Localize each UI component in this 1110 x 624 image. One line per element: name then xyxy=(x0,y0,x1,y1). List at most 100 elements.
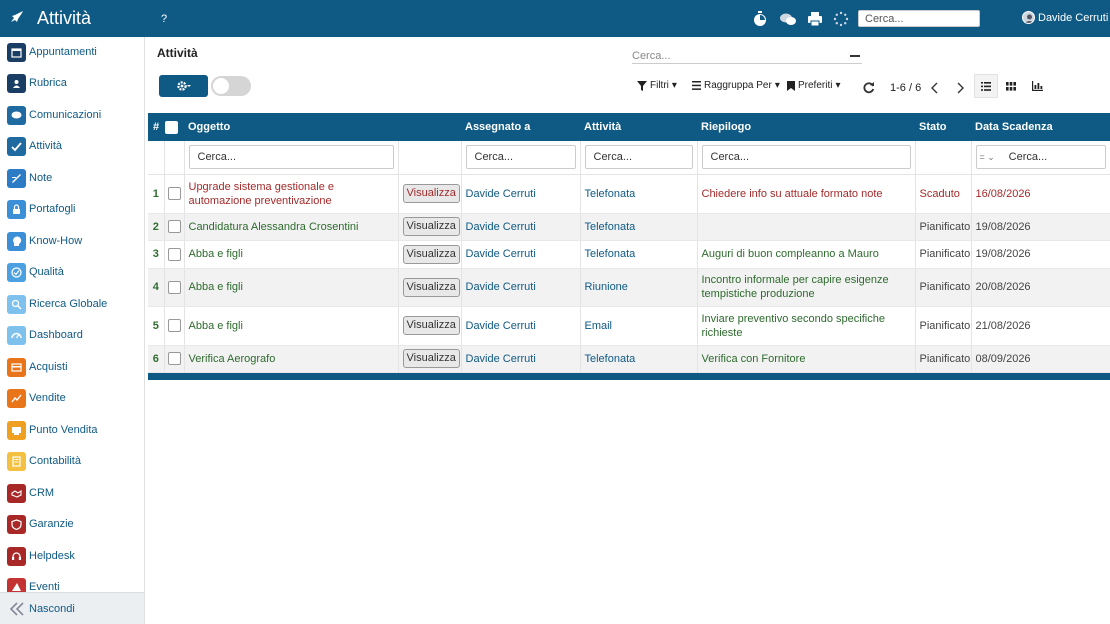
cell-assegnato[interactable]: Davide Cerruti xyxy=(461,174,581,214)
table-row[interactable]: 4 Abba e figli Visualizza Davide Cerruti Riu… xyxy=(148,268,1110,307)
column-header-assegnato[interactable]: Assegnato a xyxy=(461,113,580,141)
sidebar-item-dashboard[interactable]: Dashboard xyxy=(0,324,144,346)
cell-attivita: Telefonata xyxy=(580,174,698,214)
chat-icon xyxy=(7,105,26,125)
sidebar-item-label: Contabilità xyxy=(29,455,81,467)
action-menu-button[interactable] xyxy=(159,75,208,97)
cell-assegnato[interactable]: Davide Cerruti xyxy=(461,345,581,373)
search-input[interactable] xyxy=(632,48,862,64)
table-row[interactable]: 2 Candidatura Alessandra Crosentini Visual… xyxy=(148,213,1110,241)
cell-assegnato[interactable]: Davide Cerruti xyxy=(461,240,581,269)
sales-icon xyxy=(7,388,26,408)
search-clear-icon[interactable] xyxy=(850,55,860,57)
view-button[interactable]: Visualizza xyxy=(402,184,460,203)
table-row[interactable]: 5 Abba e figli Visualizza Davide Cerruti Ema… xyxy=(148,306,1110,346)
filters-button[interactable]: Filtri ▾ xyxy=(637,80,677,91)
view-button[interactable]: Visualizza xyxy=(402,217,460,236)
row-checkbox[interactable] xyxy=(167,220,181,233)
sidebar-item-appuntamenti[interactable]: Appuntamenti xyxy=(0,41,144,63)
view-button[interactable]: Visualizza xyxy=(402,277,460,297)
column-header-riepilogo[interactable]: Riepilogo xyxy=(697,113,915,141)
filter-cell-empty xyxy=(148,141,165,175)
view-button[interactable]: Visualizza xyxy=(402,244,460,264)
cell-assegnato[interactable]: Davide Cerruti xyxy=(461,306,581,346)
cell-riepilogo: Inviare preventivo secondo specifiche ri… xyxy=(697,306,916,346)
sidebar-item-comunicazioni[interactable]: Comunicazioni xyxy=(0,104,144,126)
filter-oggetto-input[interactable] xyxy=(188,145,394,170)
filter-assegnato-input[interactable] xyxy=(465,145,576,170)
rocket-icon[interactable] xyxy=(10,10,24,26)
refresh-icon[interactable] xyxy=(862,81,875,94)
user-name[interactable]: Davide Cerruti xyxy=(1038,12,1108,24)
sidebar-item-attivit[interactable]: Attività xyxy=(0,135,144,157)
row-index: 3 xyxy=(148,240,165,269)
column-header-attivita[interactable]: Attività xyxy=(580,113,697,141)
sidebar-item-ricerca-globale[interactable]: Ricerca Globale xyxy=(0,293,144,315)
cell-stato: Pianificato xyxy=(915,345,972,373)
table-row[interactable]: 1 Upgrade sistema gestionale e automazion… xyxy=(148,174,1110,214)
table-row[interactable]: 3 Abba e figli Visualizza Davide Cerruti Tel… xyxy=(148,240,1110,269)
row-checkbox[interactable] xyxy=(167,247,181,261)
help-link[interactable]: ? xyxy=(161,13,167,25)
filter-cell-empty xyxy=(915,141,972,175)
favorites-button[interactable]: Preferiti ▾ xyxy=(787,80,840,91)
cell-oggetto: Upgrade sistema gestionale e automazione… xyxy=(184,174,399,214)
list-view-button[interactable] xyxy=(974,74,998,98)
view-button[interactable]: Visualizza xyxy=(402,349,460,368)
row-checkbox[interactable] xyxy=(167,319,181,332)
cell-assegnato[interactable]: Davide Cerruti xyxy=(461,268,581,307)
pos-icon xyxy=(7,420,26,440)
table-row[interactable]: 6 Verifica Aerografo Visualizza Davide Cerr… xyxy=(148,345,1110,373)
mode-toggle[interactable] xyxy=(211,76,251,96)
filter-attivita-input[interactable] xyxy=(584,145,693,170)
sidebar-item-note[interactable]: Note xyxy=(0,167,144,189)
graph-view-button[interactable] xyxy=(1025,74,1049,98)
row-checkbox[interactable] xyxy=(167,280,181,294)
sidebar-item-portafogli[interactable]: Portafogli xyxy=(0,198,144,220)
sidebar-item-garanzie[interactable]: Garanzie xyxy=(0,513,144,535)
filter-riepilogo-input[interactable] xyxy=(701,145,911,170)
timer-icon[interactable] xyxy=(752,11,768,27)
chevron-right-icon[interactable] xyxy=(955,82,965,94)
row-checkbox[interactable] xyxy=(167,187,181,200)
global-search-input[interactable] xyxy=(858,10,980,27)
pager-value[interactable]: 1-6 / 6 xyxy=(890,82,921,94)
cell-scadenza: 16/08/2026 xyxy=(971,174,1110,214)
column-header-stato[interactable]: Stato xyxy=(915,113,971,141)
select-all-checkbox[interactable] xyxy=(165,120,178,134)
chevron-left-icon[interactable] xyxy=(930,82,940,94)
cell-scadenza: 20/08/2026 xyxy=(971,268,1110,307)
filter-cell-empty xyxy=(164,141,185,175)
sidebar-item-crm[interactable]: CRM xyxy=(0,482,144,504)
chat-icon[interactable] xyxy=(779,11,797,27)
row-checkbox[interactable] xyxy=(167,352,181,365)
date-operator-select[interactable]: = ⌄ xyxy=(977,152,1001,163)
group-by-button[interactable]: Raggruppa Per ▾ xyxy=(692,80,780,91)
sidebar-item-contabilit[interactable]: Contabilità xyxy=(0,450,144,472)
sidebar-item-rubrica[interactable]: Rubrica xyxy=(0,72,144,94)
column-header-scadenza[interactable]: Data Scadenza xyxy=(971,113,1110,141)
cell-oggetto: Candidatura Alessandra Crosentini xyxy=(184,213,399,241)
sidebar-collapse-button[interactable]: Nascondi xyxy=(0,592,144,624)
sidebar-item-vendite[interactable]: Vendite xyxy=(0,387,144,409)
sidebar-item-punto-vendita[interactable]: Punto Vendita xyxy=(0,419,144,441)
caret-down-icon: ▾ xyxy=(671,80,677,91)
cell-riepilogo: Auguri di buon compleanno a Mauro xyxy=(697,240,916,269)
cell-oggetto: Abba e figli xyxy=(184,306,399,346)
sidebar-item-label: Punto Vendita xyxy=(29,424,98,436)
cell-assegnato[interactable]: Davide Cerruti xyxy=(461,213,581,241)
sidebar-item-know-how[interactable]: Know-How xyxy=(0,230,144,252)
cell-riepilogo xyxy=(697,213,916,241)
sidebar-item-helpdesk[interactable]: Helpdesk xyxy=(0,545,144,567)
avatar[interactable] xyxy=(1022,11,1035,24)
sidebar-item-acquisti[interactable]: Acquisti xyxy=(0,356,144,378)
cell-attivita: Riunione xyxy=(580,268,698,307)
column-header-oggetto[interactable]: Oggetto xyxy=(184,113,398,141)
kanban-view-button[interactable] xyxy=(999,74,1023,98)
row-index: 1 xyxy=(148,174,165,214)
view-button[interactable]: Visualizza xyxy=(402,316,460,335)
cell-stato: Pianificato xyxy=(915,240,972,269)
sidebar-item-qualit[interactable]: Qualità xyxy=(0,261,144,283)
printer-icon[interactable] xyxy=(807,11,823,27)
filter-scadenza-input[interactable] xyxy=(1000,146,1105,169)
